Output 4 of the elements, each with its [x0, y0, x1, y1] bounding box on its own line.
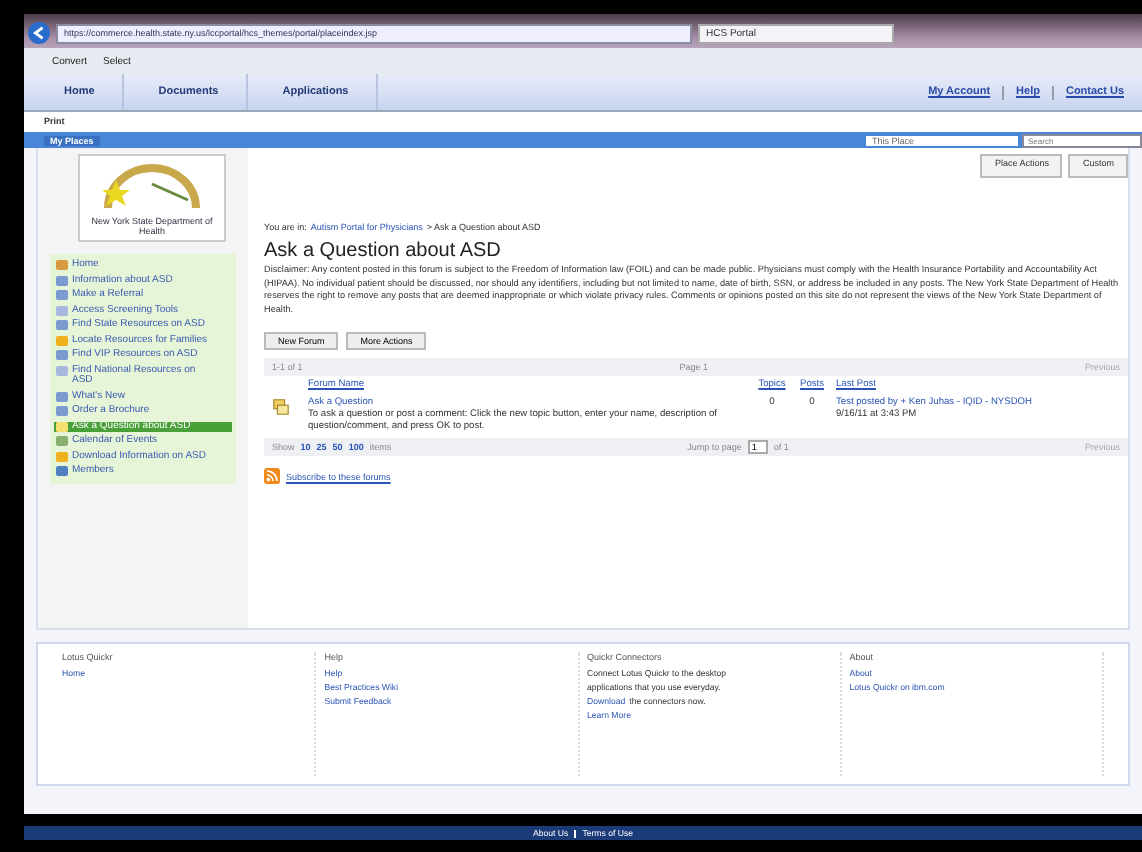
rss-icon	[264, 468, 280, 484]
back-button[interactable]	[28, 22, 50, 45]
page-heading: Ask a Question about ASD	[264, 240, 503, 262]
forum-icon	[272, 398, 290, 416]
